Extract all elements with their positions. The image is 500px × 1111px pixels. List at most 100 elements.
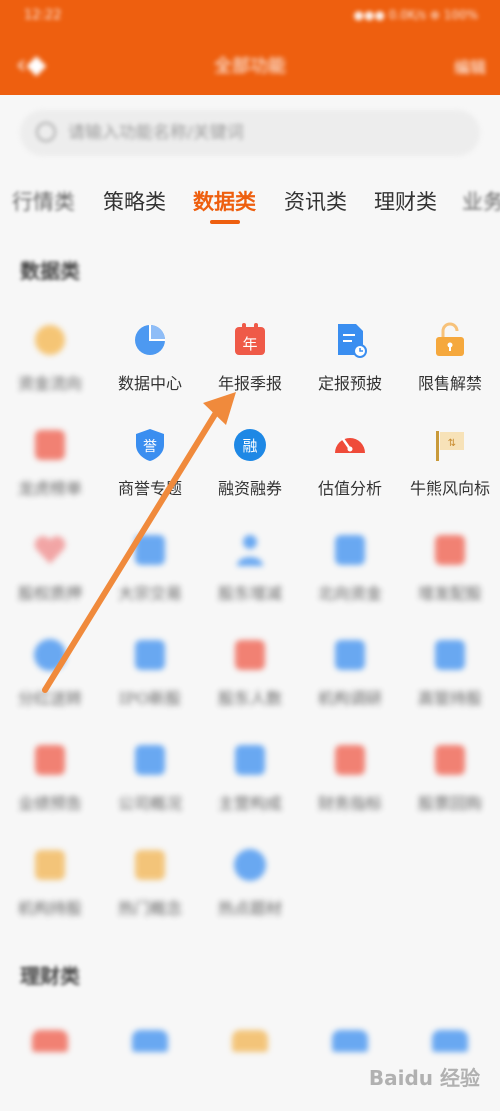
grid-item[interactable]: 北向资金 — [300, 532, 400, 642]
grid-item[interactable] — [100, 1030, 200, 1111]
grid-item-label: 定报预披 — [317, 374, 382, 393]
monitor-icon — [232, 742, 268, 778]
square-icon — [432, 532, 468, 568]
grid-item[interactable]: 限售解禁 — [400, 322, 500, 432]
document-clock-icon — [332, 322, 368, 358]
grid-item-label: 商誉专题 — [117, 479, 182, 498]
globe-icon — [32, 637, 68, 673]
tab-news[interactable]: 资讯类 — [284, 186, 347, 216]
search-input[interactable] — [68, 119, 448, 147]
grid-item-label: 股票回购 — [417, 794, 482, 813]
grid-item-label: 北向资金 — [317, 584, 382, 603]
grid-item[interactable]: 数据中心 — [100, 322, 200, 432]
grid-item-label: 机构持股 — [17, 899, 82, 918]
grid-item[interactable]: 融融资融券 — [200, 427, 300, 537]
baidu-watermark: Baidu 经验 — [368, 1066, 480, 1090]
grid-item-label: 限售解禁 — [417, 374, 482, 393]
grid-item[interactable]: 机构调研 — [300, 637, 400, 747]
grid-item-label: 牛熊风向标 — [409, 479, 490, 498]
ticket-icon — [132, 637, 168, 673]
grid-item[interactable]: 公司概况 — [100, 742, 200, 852]
grid-item-label: 股权质押 — [17, 584, 82, 603]
grid-item[interactable]: 资金流向 — [0, 322, 100, 432]
grid-item[interactable]: 股权质押 — [0, 532, 100, 642]
wallet-icon — [332, 1030, 368, 1052]
top-bar: 12:22 ●●● 0.0K/s ⊕ 100% ‹◆ 全部功能 编辑 — [0, 0, 500, 95]
search-icon — [36, 122, 56, 142]
grid-item[interactable]: 股东人数 — [200, 637, 300, 747]
grid-item-label: 热门概念 — [117, 899, 182, 918]
tab-wealth[interactable]: 理财类 — [374, 186, 437, 216]
grid-item[interactable]: 业绩预告 — [0, 742, 100, 852]
grid-item[interactable]: 热门概念 — [100, 847, 200, 957]
search-bar[interactable] — [20, 110, 480, 156]
flag-icon: ⇅ — [432, 427, 468, 463]
grid-item-label: 业绩预告 — [17, 794, 82, 813]
grid-item[interactable]: IPO新股 — [100, 637, 200, 747]
grid-item[interactable] — [200, 1030, 300, 1111]
grid-item[interactable]: 主营构成 — [200, 742, 300, 852]
grid-item[interactable] — [0, 1030, 100, 1111]
grid-item[interactable]: 誉商誉专题 — [100, 427, 200, 537]
grid-item[interactable]: 热点题材 — [200, 847, 300, 957]
pie-chart-icon — [132, 322, 168, 358]
grid-item[interactable]: 大宗交易 — [100, 532, 200, 642]
bag-icon — [32, 742, 68, 778]
grid-item-label: 融资融券 — [217, 479, 282, 498]
margin-icon: 融 — [232, 427, 268, 463]
grid-icon — [32, 427, 68, 463]
grid-item[interactable]: ⇅ 牛熊风向标 — [400, 427, 500, 537]
grid-item[interactable]: 机构持股 — [0, 847, 100, 957]
card-icon — [132, 1030, 168, 1052]
crown-icon — [32, 847, 68, 883]
circle-icon — [232, 847, 268, 883]
grid-item[interactable]: 估值分析 — [300, 427, 400, 537]
grid-item-label: 分红送转 — [17, 689, 82, 708]
tab-data[interactable]: 数据类 — [193, 186, 256, 216]
grid-item-label: 龙虎榜单 — [17, 479, 82, 498]
grid-item[interactable]: 年年报季报 — [200, 322, 300, 432]
grid-item-label: 股东人数 — [217, 689, 282, 708]
section-title-finance: 理财类 — [20, 964, 80, 988]
coin-icon — [32, 1030, 68, 1052]
grid-item-label: 财务指标 — [317, 794, 382, 813]
edit-button[interactable]: 编辑 — [454, 54, 486, 78]
grid-item[interactable]: 股东增减 — [200, 532, 300, 642]
people-icon — [232, 637, 268, 673]
grid-item-label: 资金流向 — [17, 374, 82, 393]
grid-item[interactable]: 分红送转 — [0, 637, 100, 747]
section-title-data: 数据类 — [20, 259, 80, 283]
grid-item-label: 高管持股 — [417, 689, 482, 708]
speech-icon — [432, 742, 468, 778]
grid-item-label: 年报季报 — [217, 374, 282, 393]
table-icon — [132, 742, 168, 778]
page-title: 全部功能 — [214, 56, 286, 77]
grid-item-label: 增发配股 — [417, 584, 482, 603]
grid-item-label: 主营构成 — [217, 794, 282, 813]
trend-icon — [332, 742, 368, 778]
grid-item[interactable]: 龙虎榜单 — [0, 427, 100, 537]
svg-text:融: 融 — [242, 437, 257, 455]
cloud-icon — [432, 1030, 468, 1052]
grid-item-label: IPO新股 — [118, 689, 182, 708]
tab-strategy[interactable]: 策略类 — [103, 186, 166, 216]
tab-business[interactable]: 业务 — [462, 186, 500, 216]
grid-item[interactable]: 高管持股 — [400, 637, 500, 747]
grid-item-label: 机构调研 — [317, 689, 382, 708]
heart-icon — [32, 532, 68, 568]
grid-item-label: 数据中心 — [117, 374, 182, 393]
sun-icon — [32, 322, 68, 358]
chart-icon — [332, 532, 368, 568]
unlock-icon — [432, 322, 468, 358]
grid-item[interactable]: 财务指标 — [300, 742, 400, 852]
mail-icon — [332, 637, 368, 673]
grid-item[interactable]: 股票回购 — [400, 742, 500, 852]
bag2-icon — [232, 1030, 268, 1052]
nav-row: ‹◆ 全部功能 编辑 — [0, 40, 500, 90]
category-tabs: 行情类 策略类 数据类 资讯类 理财类 业务 — [0, 176, 500, 226]
grid-item[interactable]: 定报预披 — [300, 322, 400, 432]
tab-quotes[interactable]: 行情类 — [12, 186, 75, 216]
grid-item[interactable]: 增发配股 — [400, 532, 500, 642]
status-bar: 12:22 ●●● 0.0K/s ⊕ 100% — [0, 0, 500, 36]
crown2-icon — [132, 847, 168, 883]
